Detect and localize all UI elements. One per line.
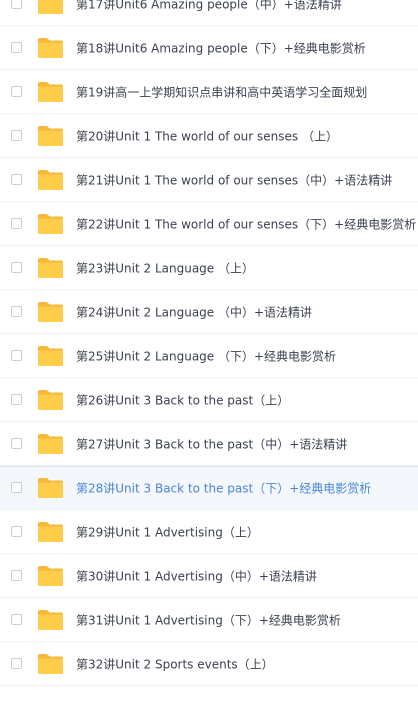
folder-icon: [37, 301, 64, 323]
file-name[interactable]: 第25讲Unit 2 Language （下）+经典电影赏析: [76, 347, 336, 364]
file-row[interactable]: 第17讲Unit6 Amazing people（中）+语法精讲: [0, 0, 418, 26]
checkbox[interactable]: [11, 305, 22, 317]
file-row[interactable]: 第24讲Unit 2 Language （中）+语法精讲: [0, 290, 418, 334]
checkbox[interactable]: [11, 569, 22, 581]
file-row[interactable]: 第19讲高一上学期知识点串讲和高中英语学习全面规划: [0, 70, 418, 114]
file-name[interactable]: 第17讲Unit6 Amazing people（中）+语法精讲: [76, 0, 342, 12]
checkbox[interactable]: [11, 482, 22, 493]
file-name[interactable]: 第23讲Unit 2 Language （上）: [76, 259, 254, 276]
file-row[interactable]: 第27讲Unit 3 Back to the past（中）+语法精讲: [0, 422, 418, 466]
file-row[interactable]: 第31讲Unit 1 Advertising（下）+经典电影赏析: [0, 598, 418, 642]
file-name[interactable]: 第28讲Unit 3 Back to the past（下）+经典电影赏析: [76, 480, 371, 497]
file-name[interactable]: 第22讲Unit 1 The world of our senses（下）+经典…: [76, 215, 416, 232]
folder-icon: [37, 653, 64, 675]
file-row[interactable]: 第30讲Unit 1 Advertising（中）+语法精讲: [0, 554, 418, 598]
checkbox[interactable]: [11, 129, 22, 141]
folder-icon: [37, 345, 64, 367]
file-name[interactable]: 第18讲Unit6 Amazing people（下）+经典电影赏析: [76, 39, 366, 56]
file-row[interactable]: 第20讲Unit 1 The world of our senses （上）: [0, 114, 418, 158]
file-name[interactable]: 第29讲Unit 1 Advertising（上）: [76, 523, 259, 540]
file-row[interactable]: 第22讲Unit 1 The world of our senses（下）+经典…: [0, 202, 418, 246]
checkbox[interactable]: [11, 217, 22, 229]
folder-icon: [37, 125, 64, 147]
folder-icon: [37, 433, 64, 455]
file-name[interactable]: 第31讲Unit 1 Advertising（下）+经典电影赏析: [76, 611, 341, 628]
file-name[interactable]: 第30讲Unit 1 Advertising（中）+语法精讲: [76, 567, 317, 584]
folder-icon: [37, 477, 64, 499]
folder-icon: [37, 609, 64, 631]
file-name[interactable]: 第21讲Unit 1 The world of our senses（中）+语法…: [76, 171, 392, 188]
file-name[interactable]: 第32讲Unit 2 Sports events（上）: [76, 655, 274, 672]
checkbox[interactable]: [11, 437, 22, 449]
checkbox[interactable]: [11, 85, 22, 97]
folder-icon: [37, 37, 64, 59]
checkbox[interactable]: [11, 525, 22, 537]
file-name[interactable]: 第24讲Unit 2 Language （中）+语法精讲: [76, 303, 312, 320]
folder-icon: [37, 213, 64, 235]
checkbox[interactable]: [11, 657, 22, 669]
file-name[interactable]: 第19讲高一上学期知识点串讲和高中英语学习全面规划: [76, 83, 367, 100]
file-row[interactable]: 第26讲Unit 3 Back to the past（上）: [0, 378, 418, 422]
file-row[interactable]: 第23讲Unit 2 Language （上）: [0, 246, 418, 290]
file-row[interactable]: 第28讲Unit 3 Back to the past（下）+经典电影赏析: [0, 466, 418, 510]
folder-icon: [37, 257, 64, 279]
folder-icon: [37, 521, 64, 543]
checkbox[interactable]: [11, 349, 22, 361]
checkbox[interactable]: [11, 173, 22, 185]
file-list: 第17讲Unit6 Amazing people（中）+语法精讲第18讲Unit…: [0, 0, 418, 695]
checkbox[interactable]: [11, 41, 22, 53]
file-row[interactable]: 第25讲Unit 2 Language （下）+经典电影赏析: [0, 334, 418, 378]
checkbox[interactable]: [11, 261, 22, 273]
folder-icon: [37, 565, 64, 587]
folder-icon: [37, 0, 64, 15]
folder-icon: [37, 389, 64, 411]
file-row[interactable]: 第32讲Unit 2 Sports events（上）: [0, 642, 418, 686]
folder-icon: [37, 81, 64, 103]
checkbox[interactable]: [11, 393, 22, 405]
file-row[interactable]: 第21讲Unit 1 The world of our senses（中）+语法…: [0, 158, 418, 202]
checkbox[interactable]: [11, 0, 22, 9]
folder-icon: [37, 169, 64, 191]
checkbox[interactable]: [11, 613, 22, 625]
file-name[interactable]: 第27讲Unit 3 Back to the past（中）+语法精讲: [76, 435, 347, 452]
file-row[interactable]: 第18讲Unit6 Amazing people（下）+经典电影赏析: [0, 26, 418, 70]
file-name[interactable]: 第26讲Unit 3 Back to the past（上）: [76, 391, 289, 408]
file-name[interactable]: 第20讲Unit 1 The world of our senses （上）: [76, 127, 338, 144]
file-row[interactable]: 第29讲Unit 1 Advertising（上）: [0, 510, 418, 554]
